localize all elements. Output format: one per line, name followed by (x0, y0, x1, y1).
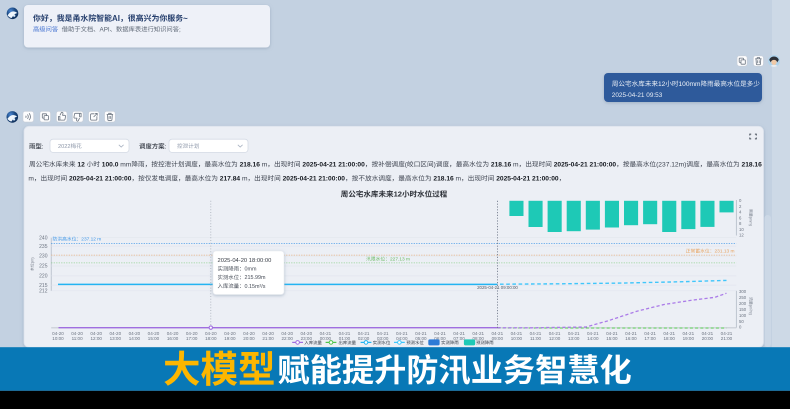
svg-text::: : (165, 144, 167, 151)
svg-text:12:00: 12:00 (549, 336, 561, 341)
svg-text:2025-04-21 21:00:00: 2025-04-21 21:00:00 (69, 176, 132, 183)
svg-text:0mm: 0mm (245, 267, 257, 273)
svg-text:02:00: 02:00 (358, 336, 370, 341)
svg-text:218.16: 218.16 (433, 176, 454, 183)
svg-text:16:00: 16:00 (625, 336, 637, 341)
svg-text:217.84: 217.84 (220, 176, 241, 183)
svg-text:m: m (454, 176, 462, 183)
svg-text:17:00: 17:00 (186, 336, 198, 341)
svg-text:12: 12 (739, 233, 744, 238)
svg-text:230: 230 (39, 254, 48, 260)
svg-text:10:00: 10:00 (511, 336, 523, 341)
svg-text:11:00: 11:00 (530, 336, 542, 341)
svg-text:(m³/s): (m³/s) (749, 305, 754, 316)
svg-text:22:00: 22:00 (282, 336, 294, 341)
svg-text:19:00: 19:00 (224, 336, 236, 341)
svg-text:17:00: 17:00 (644, 336, 656, 341)
svg-text:;: ; (179, 26, 181, 33)
svg-text:12: 12 (394, 190, 402, 199)
svg-text:03:00: 03:00 (377, 336, 389, 341)
svg-text:20:00: 20:00 (243, 336, 255, 341)
svg-text:10:00: 10:00 (52, 336, 64, 341)
svg-text:100.0: 100.0 (102, 162, 119, 169)
svg-text:0.15m³/s: 0.15m³/s (245, 284, 266, 290)
svg-text:~: ~ (183, 14, 188, 23)
svg-text:05:00: 05:00 (415, 336, 427, 341)
svg-text:218.16: 218.16 (491, 162, 512, 169)
svg-text:(m): (m) (30, 257, 35, 264)
svg-text:212: 212 (39, 289, 48, 295)
svg-text:14:00: 14:00 (587, 336, 599, 341)
svg-text:(mm): (mm) (749, 217, 754, 227)
svg-text:300: 300 (739, 289, 747, 294)
svg-text:07:00: 07:00 (453, 336, 465, 341)
svg-text:m: m (511, 162, 519, 169)
svg-text:00:00: 00:00 (320, 336, 332, 341)
svg-text:13:00: 13:00 (568, 336, 580, 341)
svg-text:218.16: 218.16 (742, 162, 763, 169)
svg-text:m: m (260, 162, 268, 169)
svg-text:15:00: 15:00 (148, 336, 160, 341)
svg-text:220: 220 (39, 274, 48, 280)
svg-text:15:00: 15:00 (606, 336, 618, 341)
svg-text:2025-04-21 09:00:00: 2025-04-21 09:00:00 (477, 285, 518, 290)
svg-text:218.16: 218.16 (240, 162, 261, 169)
svg-text:01:00: 01:00 (339, 336, 351, 341)
svg-text:11:00: 11:00 (72, 336, 84, 341)
svg-text:2025-04-20 18:00:00: 2025-04-20 18:00:00 (218, 258, 272, 264)
svg-text:2025-04-21 09:53: 2025-04-21 09:53 (612, 92, 663, 99)
svg-text:m: m (27, 176, 35, 183)
svg-text:21:00: 21:00 (721, 336, 733, 341)
svg-text:150: 150 (739, 307, 747, 312)
svg-text:04:00: 04:00 (396, 336, 408, 341)
svg-text:2025-04-21 21:00:00: 2025-04-21 21:00:00 (302, 162, 365, 169)
svg-text:2022: 2022 (58, 144, 70, 150)
svg-text:18:00: 18:00 (205, 336, 217, 341)
svg-text:23:00: 23:00 (301, 336, 313, 341)
svg-text:09:00: 09:00 (492, 336, 504, 341)
svg-text:19:00: 19:00 (683, 336, 695, 341)
svg-text:14:00: 14:00 (129, 336, 141, 341)
svg-text::: : (42, 144, 44, 151)
svg-text:18:00: 18:00 (664, 336, 676, 341)
svg-text:mm: mm (118, 162, 131, 169)
svg-text:235: 235 (39, 244, 48, 250)
svg-text:240: 240 (39, 235, 48, 241)
svg-text:10: 10 (739, 227, 744, 232)
svg-text:50: 50 (739, 319, 744, 324)
svg-text:(237.12m): (237.12m) (656, 162, 686, 169)
svg-text:): ) (434, 162, 436, 169)
svg-text:20:00: 20:00 (702, 336, 714, 341)
svg-text:100mm: 100mm (679, 81, 701, 88)
svg-text:100: 100 (739, 313, 747, 318)
svg-text:200: 200 (739, 301, 747, 306)
svg-text:231.13 m: 231.13 m (715, 249, 735, 255)
svg-text:16:00: 16:00 (167, 336, 179, 341)
svg-text:237.12 m: 237.12 m (81, 237, 101, 243)
svg-text:2025-04-21 21:00:00: 2025-04-21 21:00:00 (283, 176, 346, 183)
svg-text:AI: AI (112, 14, 120, 23)
svg-text:12:00: 12:00 (91, 336, 103, 341)
svg-text:2025-04-21 21:00:00: 2025-04-21 21:00:00 (554, 162, 617, 169)
svg-text:250: 250 (739, 295, 747, 300)
svg-text:215.99m: 215.99m (245, 275, 266, 281)
svg-text:13:00: 13:00 (110, 336, 122, 341)
svg-text:API: API (100, 26, 110, 33)
svg-text:m: m (240, 176, 248, 183)
svg-text:227.13 m: 227.13 m (390, 257, 410, 263)
svg-text:2025-04-21 21:00:00: 2025-04-21 21:00:00 (496, 176, 559, 183)
svg-text:21:00: 21:00 (262, 336, 274, 341)
svg-text:12: 12 (658, 81, 666, 88)
svg-text:225: 225 (39, 264, 48, 270)
